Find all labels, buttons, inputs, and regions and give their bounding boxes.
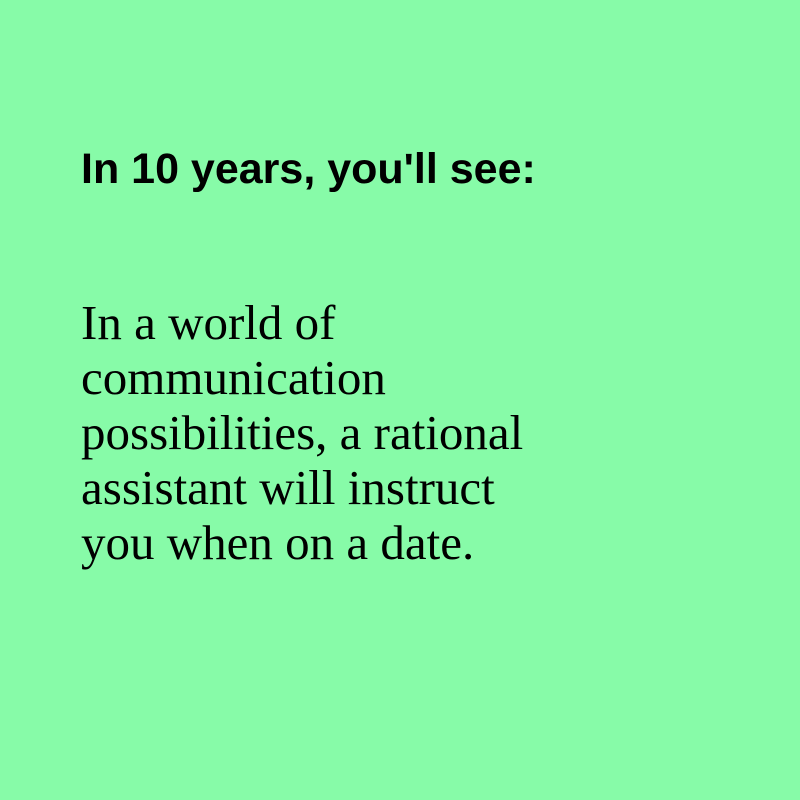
body-line: possibilities, a rational <box>81 405 524 460</box>
body-text: In a world of communication possibilitie… <box>81 295 701 570</box>
body-line: In a world of <box>81 295 336 350</box>
body-line: assistant will instruct <box>81 460 495 515</box>
body-line: you when on a date. <box>81 515 475 570</box>
quote-card: In 10 years, you'll see: In a world of c… <box>0 0 800 800</box>
body-line: communication <box>81 350 386 405</box>
heading: In 10 years, you'll see: <box>81 145 536 193</box>
